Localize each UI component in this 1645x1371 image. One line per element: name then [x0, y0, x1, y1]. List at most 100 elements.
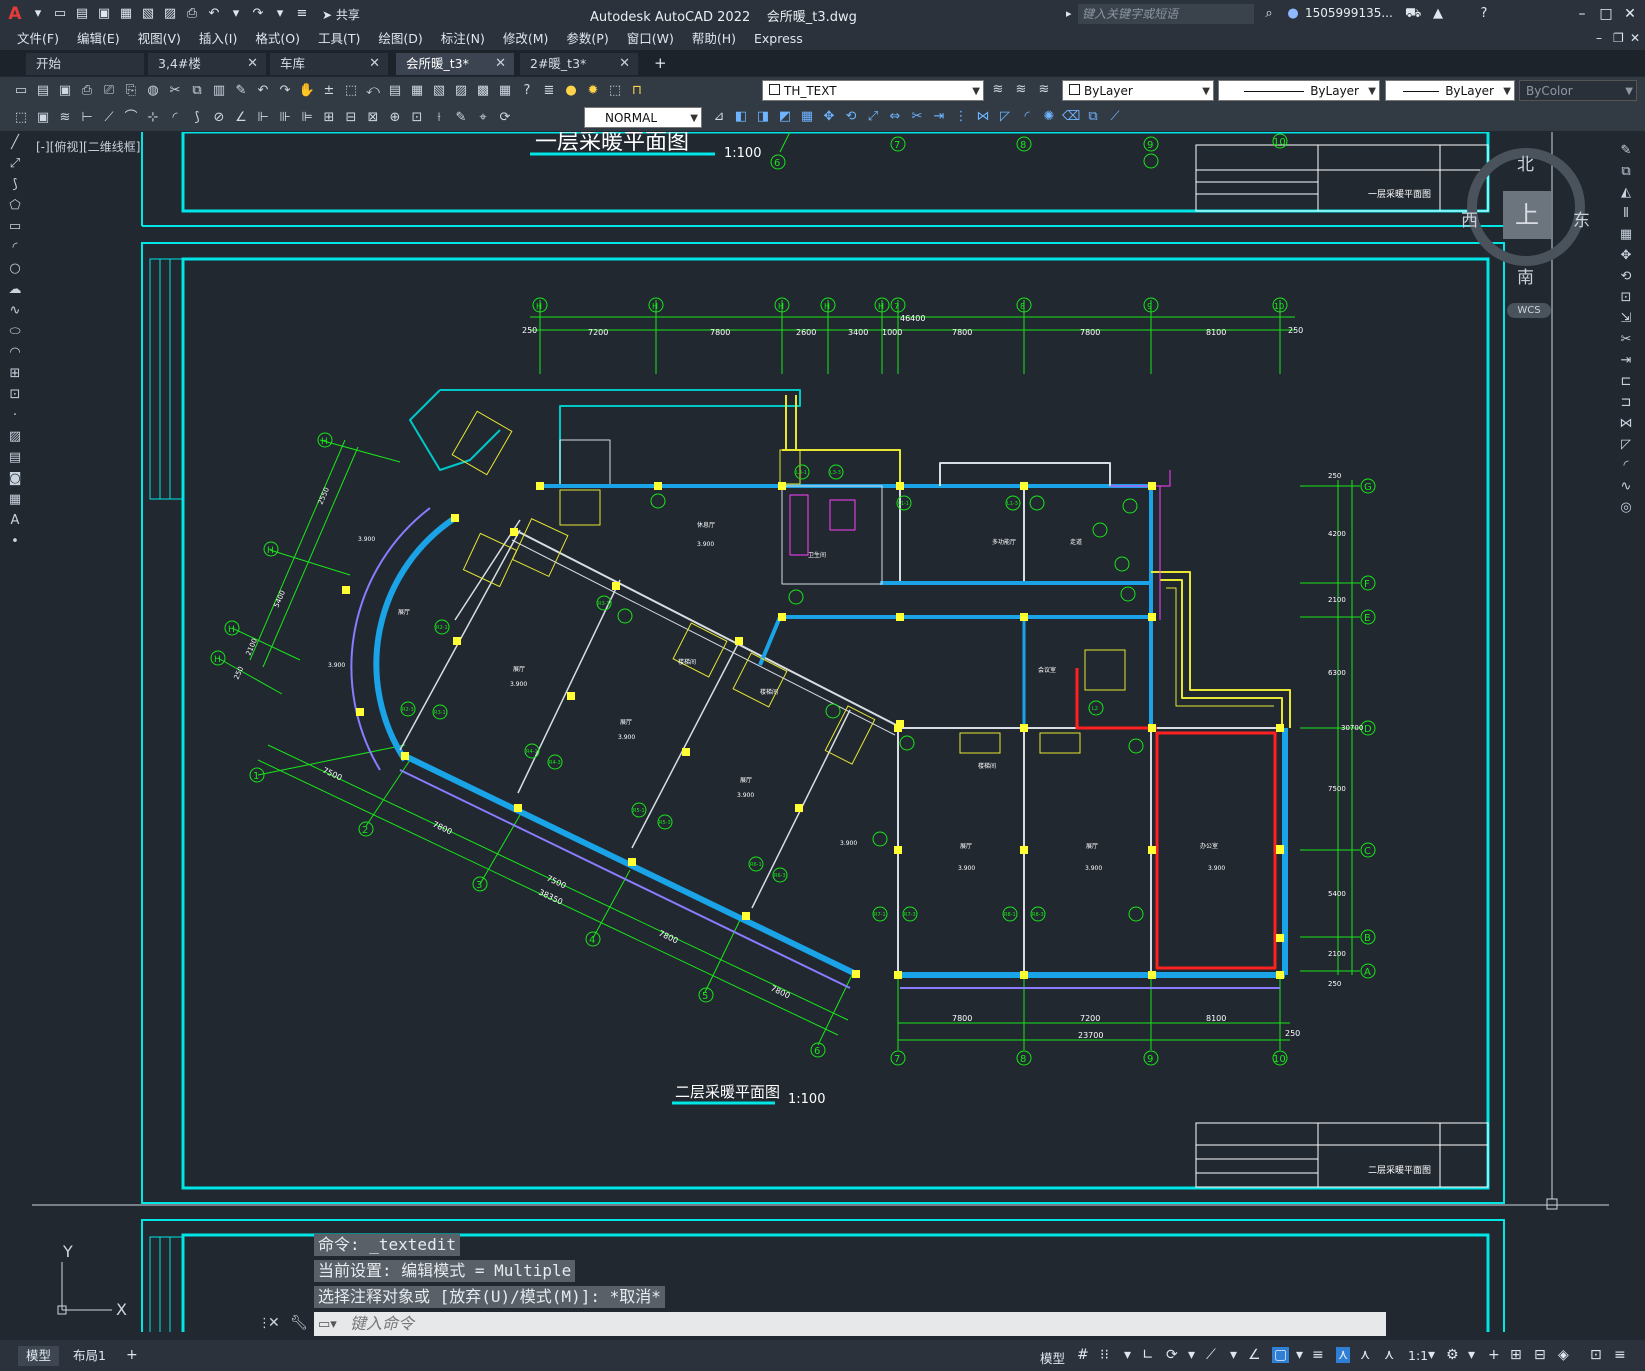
annotation-monitor-plus-icon[interactable]: +	[1488, 1347, 1500, 1363]
layer-match-icon[interactable]: ≋	[56, 109, 74, 127]
polyline-icon[interactable]: ⟆	[5, 174, 25, 195]
tab-start[interactable]: 开始	[26, 53, 144, 75]
radius-icon[interactable]: ◜	[166, 109, 184, 127]
tab-close-icon[interactable]: ✕	[619, 53, 630, 75]
polar-icon[interactable]: ⟳	[1166, 1347, 1178, 1363]
layer-properties-icon[interactable]: ≣	[540, 82, 558, 100]
trim-icon[interactable]: ✂	[908, 108, 926, 126]
join-icon[interactable]: ⋈	[974, 108, 992, 126]
command-prompt-icon[interactable]: ▭▾	[318, 1317, 337, 1332]
zoom-previous-icon[interactable]: ⤺	[364, 82, 382, 100]
construction-line-icon[interactable]: ⤢	[5, 153, 25, 174]
dimedit-icon[interactable]: ✎	[452, 109, 470, 127]
tab-building-2-heating[interactable]: 2#暖_t3* ✕	[520, 53, 638, 75]
inspect-icon[interactable]: ⊡	[408, 109, 426, 127]
chevron-right-icon[interactable]: ▸	[1066, 7, 1072, 20]
markup-icon[interactable]: ▩	[474, 82, 492, 100]
menu-help[interactable]: 帮助(H)	[683, 28, 745, 50]
quick-dim-icon[interactable]: ⊩	[254, 109, 272, 127]
search-icon[interactable]: ⌕	[1261, 6, 1277, 22]
menu-dimension[interactable]: 标注(N)	[432, 28, 494, 50]
extend-icon[interactable]: ⇥	[1616, 350, 1636, 371]
layer-unlock-icon[interactable]: ⊓	[628, 82, 646, 100]
menu-format[interactable]: 格式(O)	[246, 28, 309, 50]
mtext-icon[interactable]: A	[5, 510, 25, 531]
annotation-scale-icon[interactable]: ⋏	[1384, 1347, 1394, 1363]
explode-icon[interactable]: ✺	[1040, 108, 1058, 126]
doc-minimize-icon[interactable]: –	[1596, 31, 1602, 45]
baseline-icon[interactable]: ⊪	[276, 109, 294, 127]
web-save-icon[interactable]: ▨	[162, 6, 178, 22]
isolate-objects-icon[interactable]: ◈	[1558, 1347, 1569, 1363]
center-mark-icon[interactable]: ⊕	[386, 109, 404, 127]
3d-dwf-icon[interactable]: ◍	[144, 82, 162, 100]
clean-screen-icon[interactable]: ⊡	[1590, 1347, 1602, 1363]
print-icon[interactable]: ⎙	[78, 82, 96, 100]
menu-modify[interactable]: 修改(M)	[494, 28, 558, 50]
redo-icon[interactable]: ↷	[250, 6, 266, 22]
line-icon[interactable]: ╱	[5, 132, 25, 153]
dimtedit-icon[interactable]: ⌖	[474, 109, 492, 127]
mirror-icon[interactable]: ◨	[754, 108, 772, 126]
customize-status-icon[interactable]: ≡	[1614, 1347, 1626, 1363]
linear-dim-icon[interactable]: ⊢	[78, 109, 96, 127]
mirror-icon[interactable]: ◭	[1616, 182, 1636, 203]
jogged-linear-icon[interactable]: ⟊	[430, 109, 448, 127]
tab-model-layout[interactable]: 模型	[18, 1346, 60, 1366]
minimize-icon[interactable]: –	[1572, 4, 1592, 24]
undo-dropdown-icon[interactable]: ▾	[228, 6, 244, 22]
tab-close-icon[interactable]: ✕	[495, 53, 506, 75]
break-icon[interactable]: ⋮	[952, 108, 970, 126]
publish-icon[interactable]: ⎘	[122, 82, 140, 100]
continue-icon[interactable]: ⊫	[298, 109, 316, 127]
linetype-combo[interactable]: ByLayer ▼	[1218, 80, 1380, 101]
new-file-icon[interactable]: ▭	[52, 6, 68, 22]
join-icon[interactable]: ⋈	[1616, 413, 1636, 434]
add-selected-icon[interactable]: •	[5, 531, 25, 552]
viewport-controls[interactable]: [-][俯视][二维线框]	[36, 138, 140, 155]
redo-icon[interactable]: ↷	[276, 82, 294, 100]
layer-thaw-sun-icon[interactable]: ✹	[584, 82, 602, 100]
offset-icon[interactable]: ◩	[776, 108, 794, 126]
ordinate-icon[interactable]: ⊹	[144, 109, 162, 127]
print-preview-icon[interactable]: ⎚	[100, 82, 118, 100]
object-snap-icon[interactable]: ▢	[1272, 1347, 1290, 1363]
ortho-icon[interactable]: ∟	[1142, 1347, 1154, 1363]
user-icon[interactable]: ●	[1285, 6, 1301, 22]
viewcube-south[interactable]: 南	[1517, 263, 1534, 288]
workspace-gear-icon[interactable]: ⚙	[1446, 1347, 1459, 1363]
stretch-icon[interactable]: ⇲	[1616, 308, 1636, 329]
move-icon[interactable]: ✥	[1616, 245, 1636, 266]
qnew-icon[interactable]: ▭	[12, 82, 30, 100]
tool-palettes-icon[interactable]: ▧	[430, 82, 448, 100]
annotation-visibility-icon[interactable]: ⋏	[1336, 1347, 1351, 1363]
model-space-toggle[interactable]: 模型	[1040, 1348, 1065, 1367]
edit-polyline-icon[interactable]: ⟋	[1106, 108, 1124, 126]
rotate-icon[interactable]: ⟲	[1616, 266, 1636, 287]
stretch-icon[interactable]: ⇔	[886, 108, 904, 126]
wcs-menu[interactable]: WCS	[1507, 303, 1551, 318]
move-icon[interactable]: ✥	[820, 108, 838, 126]
undo-icon[interactable]: ↶	[254, 82, 272, 100]
tab-building-3-4[interactable]: 3,4#楼 ✕	[148, 53, 266, 75]
doc-restore-icon[interactable]: ❐	[1613, 31, 1624, 45]
units-icon[interactable]: ⊞	[1510, 1347, 1522, 1363]
grid-icon[interactable]: #	[1077, 1347, 1089, 1363]
layer-viewport-icon[interactable]: ⬚	[606, 82, 624, 100]
help-icon[interactable]: ?	[1476, 6, 1492, 22]
snap-dropdown-icon[interactable]: ▾	[1124, 1347, 1131, 1363]
menu-dropdown-icon[interactable]: ▾	[30, 6, 46, 22]
close-icon[interactable]: ✕	[1620, 4, 1640, 24]
menu-draw[interactable]: 绘图(D)	[369, 28, 431, 50]
block-icon[interactable]: ▣	[34, 109, 52, 127]
viewcube-east[interactable]: 东	[1573, 206, 1590, 231]
spline-icon[interactable]: ∿	[5, 300, 25, 321]
add-layout-plus-icon[interactable]: +	[126, 1347, 138, 1363]
dimstyle-icon[interactable]: ⊿	[710, 108, 728, 126]
pan-icon[interactable]: ✋	[298, 82, 316, 100]
help-icon[interactable]: ?	[518, 82, 536, 100]
object-snap-tracking-icon[interactable]: ∠	[1248, 1347, 1261, 1363]
array-icon[interactable]: ▦	[798, 108, 816, 126]
make-current-layer-icon[interactable]: ≋	[989, 81, 1007, 99]
ellipse-arc-icon[interactable]: ◠	[5, 342, 25, 363]
